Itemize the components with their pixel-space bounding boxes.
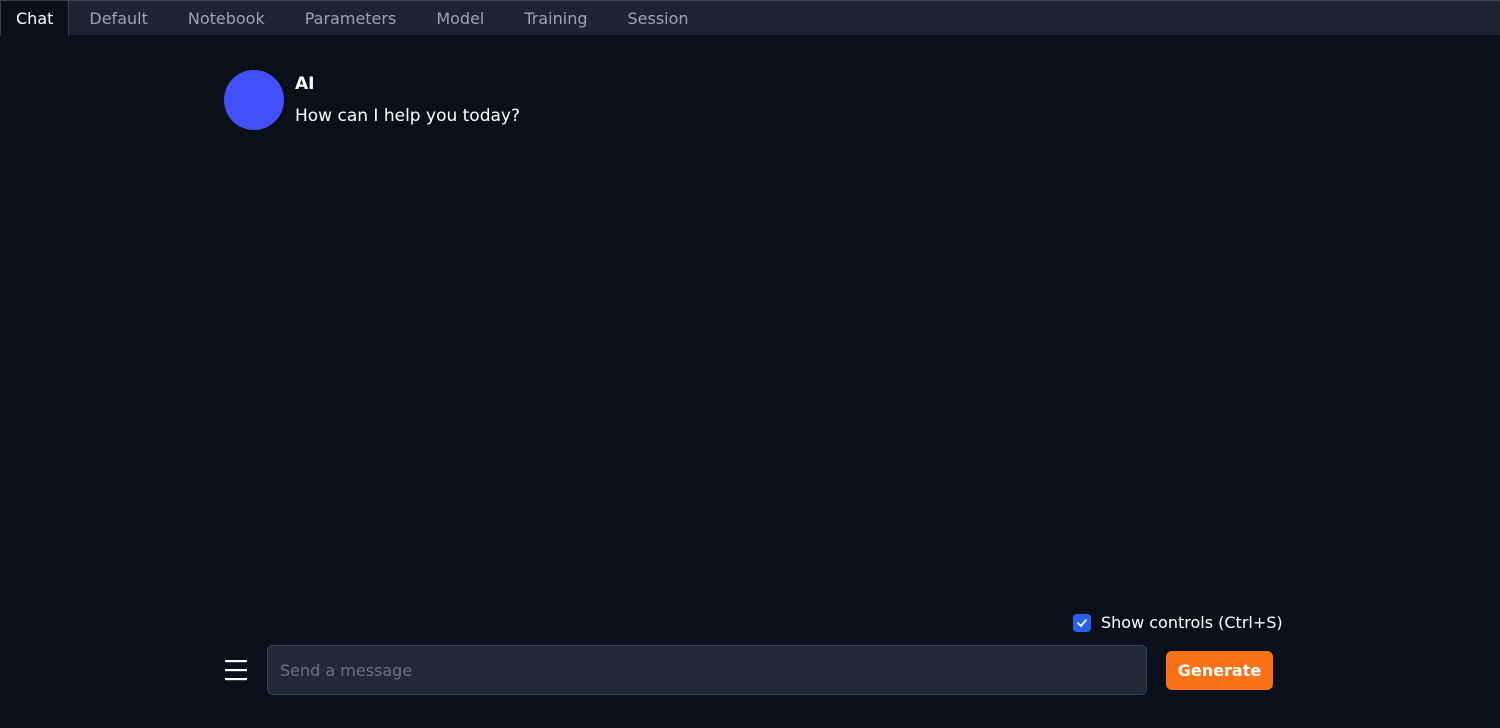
generate-button[interactable]: Generate [1166, 651, 1273, 690]
message-body: AI How can I help you today? [295, 70, 520, 130]
tab-training[interactable]: Training [504, 1, 607, 35]
tab-parameters[interactable]: Parameters [285, 1, 417, 35]
hamburger-menu-button[interactable] [224, 657, 248, 683]
tab-bar: Chat Default Notebook Parameters Model T… [0, 0, 1500, 36]
show-controls-checkbox[interactable] [1073, 613, 1091, 632]
show-controls-label: Show controls (Ctrl+S) [1101, 613, 1283, 632]
show-controls-toggle[interactable]: Show controls (Ctrl+S) [1073, 613, 1283, 632]
tab-chat[interactable]: Chat [0, 1, 70, 36]
message-text: How can I help you today? [295, 106, 521, 126]
checkmark-icon [1077, 618, 1087, 627]
tab-default[interactable]: Default [69, 1, 167, 35]
chat-message: AI How can I help you today? [224, 70, 520, 130]
tab-notebook[interactable]: Notebook [168, 1, 285, 35]
message-input[interactable] [267, 645, 1147, 695]
app-window: Chat Default Notebook Parameters Model T… [0, 0, 1500, 728]
hamburger-menu-icon [225, 660, 247, 681]
message-sender: AI [295, 74, 315, 94]
tab-model[interactable]: Model [416, 1, 504, 35]
ai-avatar [224, 70, 284, 130]
tab-session[interactable]: Session [608, 1, 709, 35]
